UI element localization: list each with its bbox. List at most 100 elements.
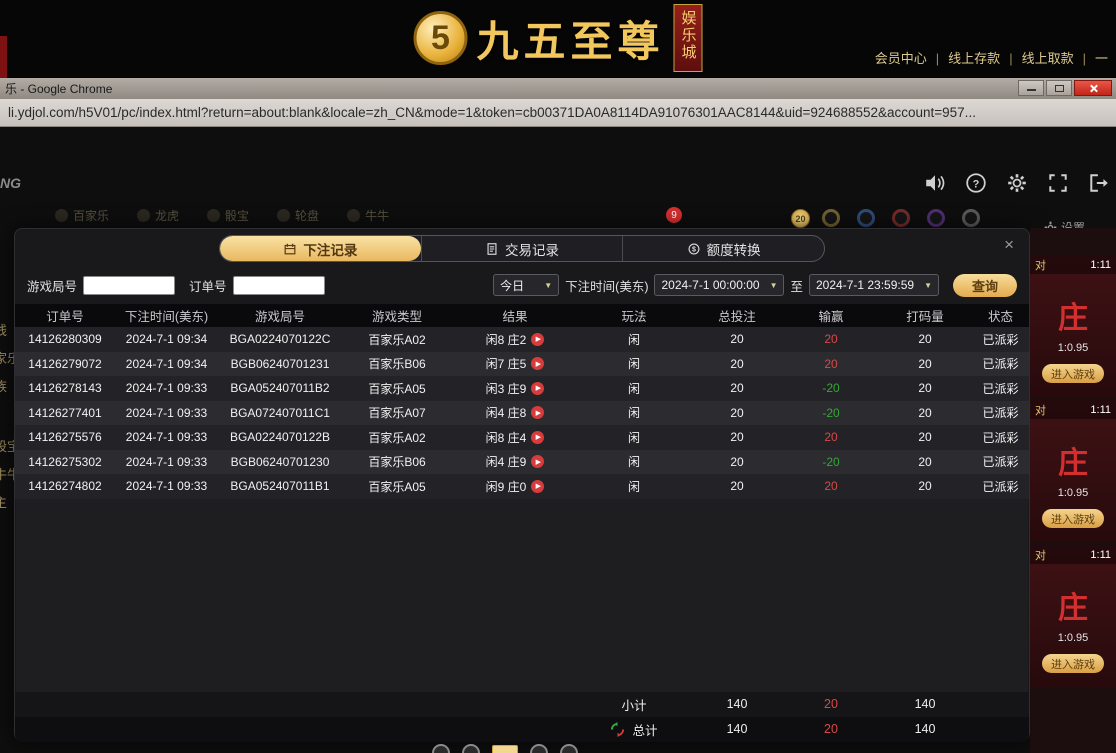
replay-icon[interactable]: ▶ xyxy=(531,431,544,444)
document-icon xyxy=(485,242,499,256)
tab-label: 额度转换 xyxy=(707,239,761,259)
site-nav-link[interactable]: 线上存款 xyxy=(927,48,1000,67)
game-round-input[interactable] xyxy=(83,276,175,295)
subtotal-label: 小计 xyxy=(621,695,646,714)
sidebar-fragment[interactable]: 主 xyxy=(0,492,7,511)
table-row[interactable]: 14126277401 2024-7-1 09:33 BGA072407011C… xyxy=(15,401,1029,426)
enter-game-button[interactable]: 进入游戏 xyxy=(1042,364,1104,383)
replay-icon[interactable]: ▶ xyxy=(531,406,544,419)
game-card[interactable]: 对 1:11 庄 1:0.95 进入游戏 xyxy=(1030,545,1116,687)
game-card-header: 对 1:11 xyxy=(1030,255,1116,274)
enter-game-button[interactable]: 进入游戏 xyxy=(1042,509,1104,528)
result-text: 闲3 庄9 xyxy=(486,380,527,397)
url-text[interactable]: li.ydjol.com/h5V01/pc/index.html?return=… xyxy=(8,105,976,120)
settings-gear-icon[interactable] xyxy=(1006,172,1028,194)
minimize-icon xyxy=(1027,89,1036,91)
game-category[interactable]: 百家乐 xyxy=(55,207,109,224)
pagination-page-box[interactable] xyxy=(492,745,518,753)
order-no-input[interactable] xyxy=(233,276,325,295)
sound-icon[interactable] xyxy=(924,172,946,194)
table-row[interactable]: 14126275576 2024-7-1 09:33 BGA0224070122… xyxy=(15,425,1029,450)
maximize-icon xyxy=(1055,85,1064,92)
betting-chip-icon[interactable] xyxy=(822,209,840,227)
fullscreen-icon[interactable] xyxy=(1047,172,1069,194)
sidebar-fragment[interactable]: 族 xyxy=(0,376,7,395)
betting-chip-icon[interactable] xyxy=(927,209,945,227)
table-row[interactable]: 14126274802 2024-7-1 09:33 BGA052407011B… xyxy=(15,474,1029,499)
pagination-prev-button[interactable] xyxy=(462,744,480,753)
sidebar-fragment[interactable]: 线 xyxy=(0,320,7,339)
site-nav-link[interactable]: 线上取款 xyxy=(1000,48,1073,67)
cell-win-loss: 20 xyxy=(824,357,837,371)
cell-round-no: BGB06240701231 xyxy=(231,357,330,371)
table-row[interactable]: 14126279072 2024-7-1 09:34 BGB0624070123… xyxy=(15,352,1029,377)
cell-total-bet: 20 xyxy=(730,455,743,469)
pagination-last-button[interactable] xyxy=(560,744,578,753)
cell-order-no: 14126279072 xyxy=(28,357,101,371)
chip-row xyxy=(822,209,980,227)
help-icon[interactable]: ? xyxy=(965,172,987,194)
modal-close-icon[interactable]: × xyxy=(1004,236,1014,253)
tab-credit-transfer[interactable]: $ 额度转换 xyxy=(622,236,824,261)
cell-result: 闲4 庄8 ▶ xyxy=(486,404,545,421)
game-category[interactable]: 龙虎 xyxy=(137,207,179,224)
game-topbar-icons: ? xyxy=(924,172,1110,194)
minimize-button[interactable] xyxy=(1018,80,1044,96)
game-category[interactable]: 牛牛 xyxy=(347,207,389,224)
exit-icon[interactable] xyxy=(1088,172,1110,194)
tab-transaction-records[interactable]: 交易记录 xyxy=(421,236,623,261)
refresh-icon[interactable] xyxy=(610,722,625,737)
replay-icon[interactable]: ▶ xyxy=(531,480,544,493)
maximize-button[interactable] xyxy=(1046,80,1072,96)
game-card-header: 对 1:11 xyxy=(1030,400,1116,419)
filter-row: 游戏局号 订单号 今日 ▼ 下注时间(美东) 2024-7-1 00:00:00… xyxy=(27,273,1017,297)
cell-total-bet: 20 xyxy=(730,479,743,493)
result-text: 闲4 庄9 xyxy=(486,453,527,470)
date-range-select[interactable]: 今日 ▼ xyxy=(493,274,559,296)
pagination-first-button[interactable] xyxy=(432,744,450,753)
cell-order-no: 14126274802 xyxy=(28,479,101,493)
replay-icon[interactable]: ▶ xyxy=(531,357,544,370)
cell-win-loss: 20 xyxy=(824,332,837,346)
date-from-select[interactable]: 2024-7-1 00:00:00 ▼ xyxy=(654,274,784,296)
table-row[interactable]: 14126278143 2024-7-1 09:33 BGA052407011B… xyxy=(15,376,1029,401)
site-nav-link[interactable]: 一 xyxy=(1074,48,1108,67)
replay-icon[interactable]: ▶ xyxy=(531,382,544,395)
betting-chip-icon[interactable] xyxy=(857,209,875,227)
grand-total-bet: 140 xyxy=(727,722,748,736)
cell-turnover: 20 xyxy=(918,381,931,395)
date-to-select[interactable]: 2024-7-1 23:59:59 ▼ xyxy=(809,274,939,296)
tab-bet-records[interactable]: 下注记录 xyxy=(220,236,421,261)
column-header: 结果 xyxy=(502,306,527,325)
browser-titlebar[interactable]: 乐 - Google Chrome xyxy=(0,78,1116,99)
coin-chip-icon[interactable]: 20 xyxy=(791,209,810,228)
table-row[interactable]: 14126275302 2024-7-1 09:33 BGB0624070123… xyxy=(15,450,1029,475)
pagination-next-button[interactable] xyxy=(530,744,548,753)
result-text: 闲8 庄2 xyxy=(486,331,527,348)
search-button[interactable]: 查询 xyxy=(953,274,1017,297)
browser-urlbar[interactable]: li.ydjol.com/h5V01/pc/index.html?return=… xyxy=(0,99,1116,127)
pair-label: 对 xyxy=(1035,257,1046,273)
site-nav-link[interactable]: 会员中心 xyxy=(875,48,927,67)
game-card[interactable]: 对 1:11 庄 1:0.95 进入游戏 xyxy=(1030,400,1116,542)
betting-chip-icon[interactable] xyxy=(962,209,980,227)
window-controls xyxy=(1018,80,1112,96)
cell-turnover: 20 xyxy=(918,479,931,493)
banker-result-label: 庄 xyxy=(1058,594,1088,624)
replay-icon[interactable]: ▶ xyxy=(531,455,544,468)
table-row[interactable]: 14126280309 2024-7-1 09:34 BGA0224070122… xyxy=(15,327,1029,352)
replay-icon[interactable]: ▶ xyxy=(531,333,544,346)
grand-total-win-loss: 20 xyxy=(824,722,838,736)
countdown-timer: 1:11 xyxy=(1090,259,1111,271)
site-logo: 5 九五至尊 娱乐城 xyxy=(413,4,702,72)
enter-game-button[interactable]: 进入游戏 xyxy=(1042,654,1104,673)
site-nav: 会员中心线上存款线上取款一 xyxy=(875,48,1108,67)
betting-chip-icon[interactable] xyxy=(892,209,910,227)
game-category[interactable]: 骰宝 xyxy=(207,207,249,224)
pair-label: 对 xyxy=(1035,547,1046,563)
cell-play-type: 闲 xyxy=(628,478,640,495)
game-category[interactable]: 轮盘 xyxy=(277,207,319,224)
game-card[interactable]: 对 1:11 庄 1:0.95 进入游戏 xyxy=(1030,255,1116,397)
odds-label: 1:0.95 xyxy=(1058,342,1089,354)
close-button[interactable] xyxy=(1074,80,1112,96)
